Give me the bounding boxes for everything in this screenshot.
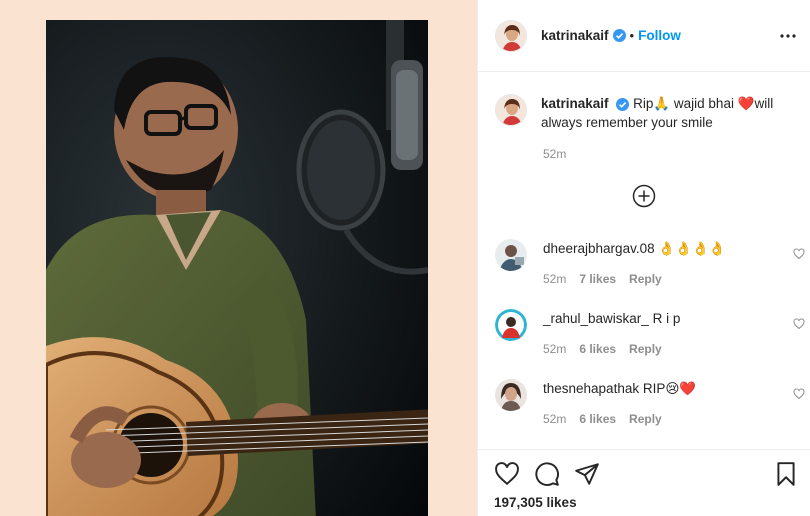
comment-body: R i p [652,311,681,326]
folded-hands-emoji-icon: 🙏 [653,96,671,111]
plus-circle-icon[interactable] [632,184,656,208]
comment-likes[interactable]: 6 likes [579,412,616,426]
commenter-username[interactable]: thesnehapathak [543,381,639,396]
comment-heart-icon[interactable] [793,248,805,260]
likes-count[interactable]: 197,305 likes [494,495,577,510]
avatar-image [495,379,527,411]
comment-text: dheerajbhargav.08 👌👌👌👌 [543,240,726,258]
verified-badge-icon [612,29,626,42]
commenter-username[interactable]: dheerajbhargav.08 [543,241,655,256]
comment-meta: 52m 6 likes Reply [543,342,662,356]
verified-badge-icon [616,97,630,111]
comment-item: dheerajbhargav.08 👌👌👌👌 52m 7 likes Reply [495,239,805,286]
media-panel [0,0,477,516]
reply-button[interactable]: Reply [629,342,662,356]
avatar-image [496,95,526,125]
comment-text: thesnehapathak RIP😢❤️ [543,380,696,398]
header-separator: • [629,28,635,43]
caption-username[interactable]: katrinakaif [541,96,609,111]
post-side-panel: katrinakaif • Follow katrinakaif Rip🙏 wa… [477,0,810,516]
comment-bubble-icon[interactable] [534,461,560,487]
comment-text: _rahul_bawiskar_ R i p [543,310,680,328]
avatar-image [495,239,527,271]
comment-heart-icon[interactable] [793,388,805,400]
comment-timestamp[interactable]: 52m [543,272,566,286]
caption-part-2: wajid bhai [670,96,738,111]
caption-author-avatar[interactable] [495,94,527,126]
comment-body: 👌👌👌👌 [658,241,726,256]
commenter-username[interactable]: _rahul_bawiskar_ [543,311,649,326]
author-avatar[interactable] [495,19,527,52]
follow-button[interactable]: Follow [638,28,681,43]
bookmark-icon[interactable] [773,461,799,487]
commenter-avatar[interactable] [495,239,527,271]
commenter-avatar[interactable] [495,309,527,341]
author-username[interactable]: katrinakaif [541,28,609,43]
post-actions-bar: 197,305 likes [478,449,810,516]
caption-timestamp[interactable]: 52m [543,147,566,161]
comment-meta: 52m 7 likes Reply [543,272,662,286]
post-photo-illustration [46,20,428,516]
comment-timestamp[interactable]: 52m [543,412,566,426]
comment-item: thesnehapathak RIP😢❤️ 52m 6 likes Reply [495,379,805,426]
post-photo[interactable] [46,20,428,516]
heart-icon[interactable] [494,461,520,487]
avatar-image [496,20,526,51]
comment-meta: 52m 6 likes Reply [543,412,662,426]
post-caption: katrinakaif Rip🙏 wajid bhai ❤️will alway… [495,94,795,132]
comment-likes[interactable]: 6 likes [579,342,616,356]
post-header: katrinakaif • Follow [478,0,810,72]
comment-item: _rahul_bawiskar_ R i p 52m 6 likes Reply [495,309,805,356]
caption-part-1: Rip [633,96,654,111]
comment-body: RIP😢❤️ [642,381,697,396]
reply-button[interactable]: Reply [629,272,662,286]
avatar-image [495,309,527,341]
comment-likes[interactable]: 7 likes [579,272,616,286]
comment-heart-icon[interactable] [793,318,805,330]
red-heart-emoji-icon: ❤️ [737,96,755,111]
reply-button[interactable]: Reply [629,412,662,426]
more-options-icon[interactable] [779,28,797,44]
commenter-avatar[interactable] [495,379,527,411]
comment-timestamp[interactable]: 52m [543,342,566,356]
caption-text: katrinakaif Rip🙏 wajid bhai ❤️will alway… [541,94,795,132]
paper-plane-icon[interactable] [574,461,600,487]
